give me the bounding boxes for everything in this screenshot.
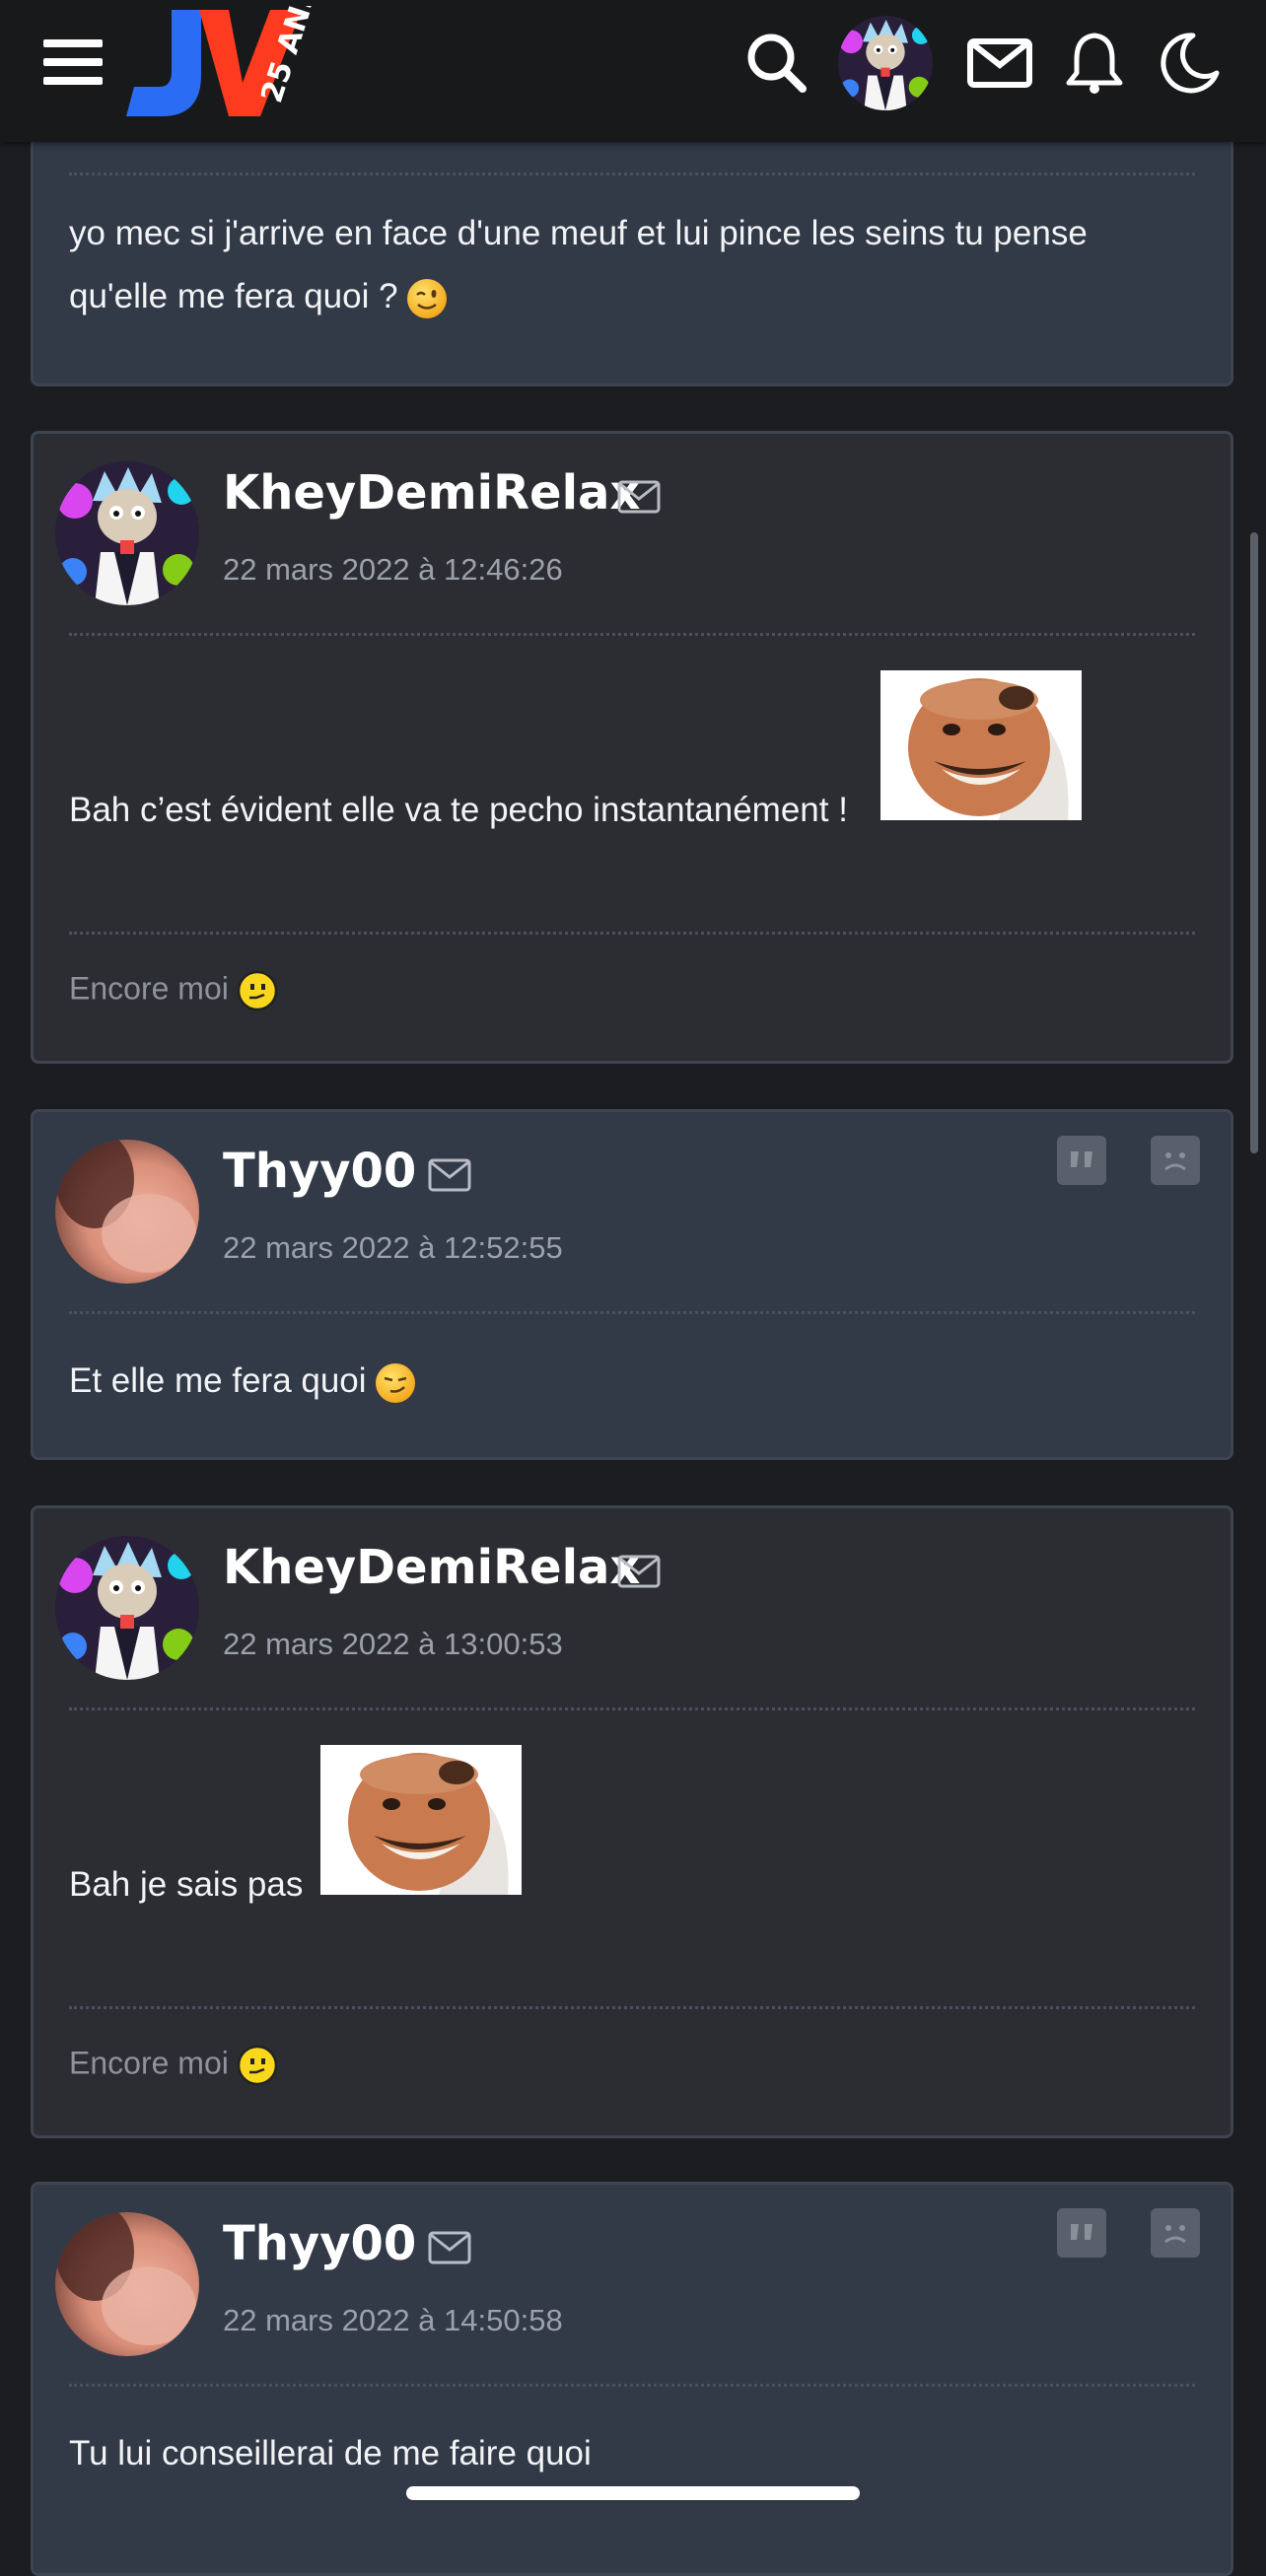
- post-text: Et elle me fera quoi: [69, 1350, 1195, 1413]
- pixel-smiley-icon: [237, 2045, 278, 2086]
- post-date[interactable]: 22 mars 2022 à 12:52:55: [223, 1230, 563, 1266]
- author-name[interactable]: Thyy00: [223, 2216, 416, 2271]
- post-separator: [69, 173, 1195, 175]
- menu-icon[interactable]: [43, 39, 103, 89]
- risitas-sticker: [880, 670, 1082, 820]
- quote-icon: [1071, 1151, 1092, 1167]
- post-signature: Encore moi: [69, 970, 278, 1011]
- user-avatar[interactable]: [838, 16, 933, 110]
- forum-post: KheyDemiRelax 22 mars 2022 à 12:46:26 Ba…: [31, 431, 1233, 1064]
- forum-post: Thyy00 22 mars 2022 à 12:52:55 Et elle m…: [31, 1109, 1233, 1460]
- top-navigation-bar: 25 ANS: [0, 0, 1266, 142]
- author-avatar[interactable]: [55, 2212, 199, 2356]
- sad-face-icon: [1164, 2225, 1186, 2244]
- post-separator: [69, 1707, 1195, 1710]
- quote-button[interactable]: [1057, 1136, 1106, 1185]
- post-separator: [69, 1311, 1195, 1314]
- forum-post: KheyDemiRelax 22 mars 2022 à 13:00:53 Ba…: [31, 1505, 1233, 2138]
- risitas-sticker: [320, 1745, 522, 1895]
- smirk-emoji-icon: [375, 1362, 416, 1404]
- report-button[interactable]: [1151, 2208, 1200, 2258]
- author-avatar[interactable]: [55, 461, 199, 605]
- author-avatar[interactable]: [55, 1140, 199, 1284]
- moon-icon[interactable]: [1154, 28, 1225, 99]
- signature-separator: [69, 2006, 1195, 2009]
- post-date[interactable]: 22 mars 2022 à 12:46:26: [223, 552, 563, 588]
- private-message-icon[interactable]: [428, 1158, 471, 1192]
- signature-separator: [69, 932, 1195, 935]
- sad-face-icon: [1164, 1152, 1186, 1171]
- quote-button[interactable]: [1057, 2208, 1106, 2258]
- bell-icon[interactable]: [1059, 28, 1130, 99]
- search-icon[interactable]: [741, 28, 812, 99]
- private-message-icon[interactable]: [428, 2231, 471, 2264]
- post-text: Bah je sais pas: [69, 1865, 304, 1904]
- wink-emoji-icon: [406, 278, 448, 319]
- author-avatar[interactable]: [55, 1536, 199, 1680]
- post-text: Tu lui conseillerai de me faire quoi: [69, 2434, 592, 2472]
- post-separator: [69, 2384, 1195, 2387]
- post-separator: [69, 633, 1195, 636]
- home-indicator[interactable]: [406, 2486, 860, 2500]
- page-scrollbar[interactable]: [1250, 532, 1258, 1153]
- post-date[interactable]: 22 mars 2022 à 14:50:58: [223, 2303, 563, 2338]
- forum-post: Thyy00 22 mars 2022 à 14:50:58 Tu lui co…: [31, 2182, 1233, 2576]
- mail-icon[interactable]: [964, 28, 1035, 99]
- author-name[interactable]: KheyDemiRelax: [223, 1540, 640, 1595]
- private-message-icon[interactable]: [617, 480, 661, 514]
- author-name[interactable]: Thyy00: [223, 1144, 416, 1199]
- quote-icon: [1071, 2224, 1092, 2240]
- private-message-icon[interactable]: [617, 1555, 661, 1588]
- jv-logo[interactable]: 25 ANS: [122, 0, 324, 120]
- post-date[interactable]: 22 mars 2022 à 13:00:53: [223, 1627, 563, 1662]
- post-signature: Encore moi: [69, 2045, 278, 2086]
- author-name[interactable]: KheyDemiRelax: [223, 465, 640, 521]
- pixel-smiley-icon: [237, 970, 278, 1011]
- report-button[interactable]: [1151, 1136, 1200, 1185]
- post-text: yo mec si j'arrive en face d'une meuf et…: [69, 202, 1195, 328]
